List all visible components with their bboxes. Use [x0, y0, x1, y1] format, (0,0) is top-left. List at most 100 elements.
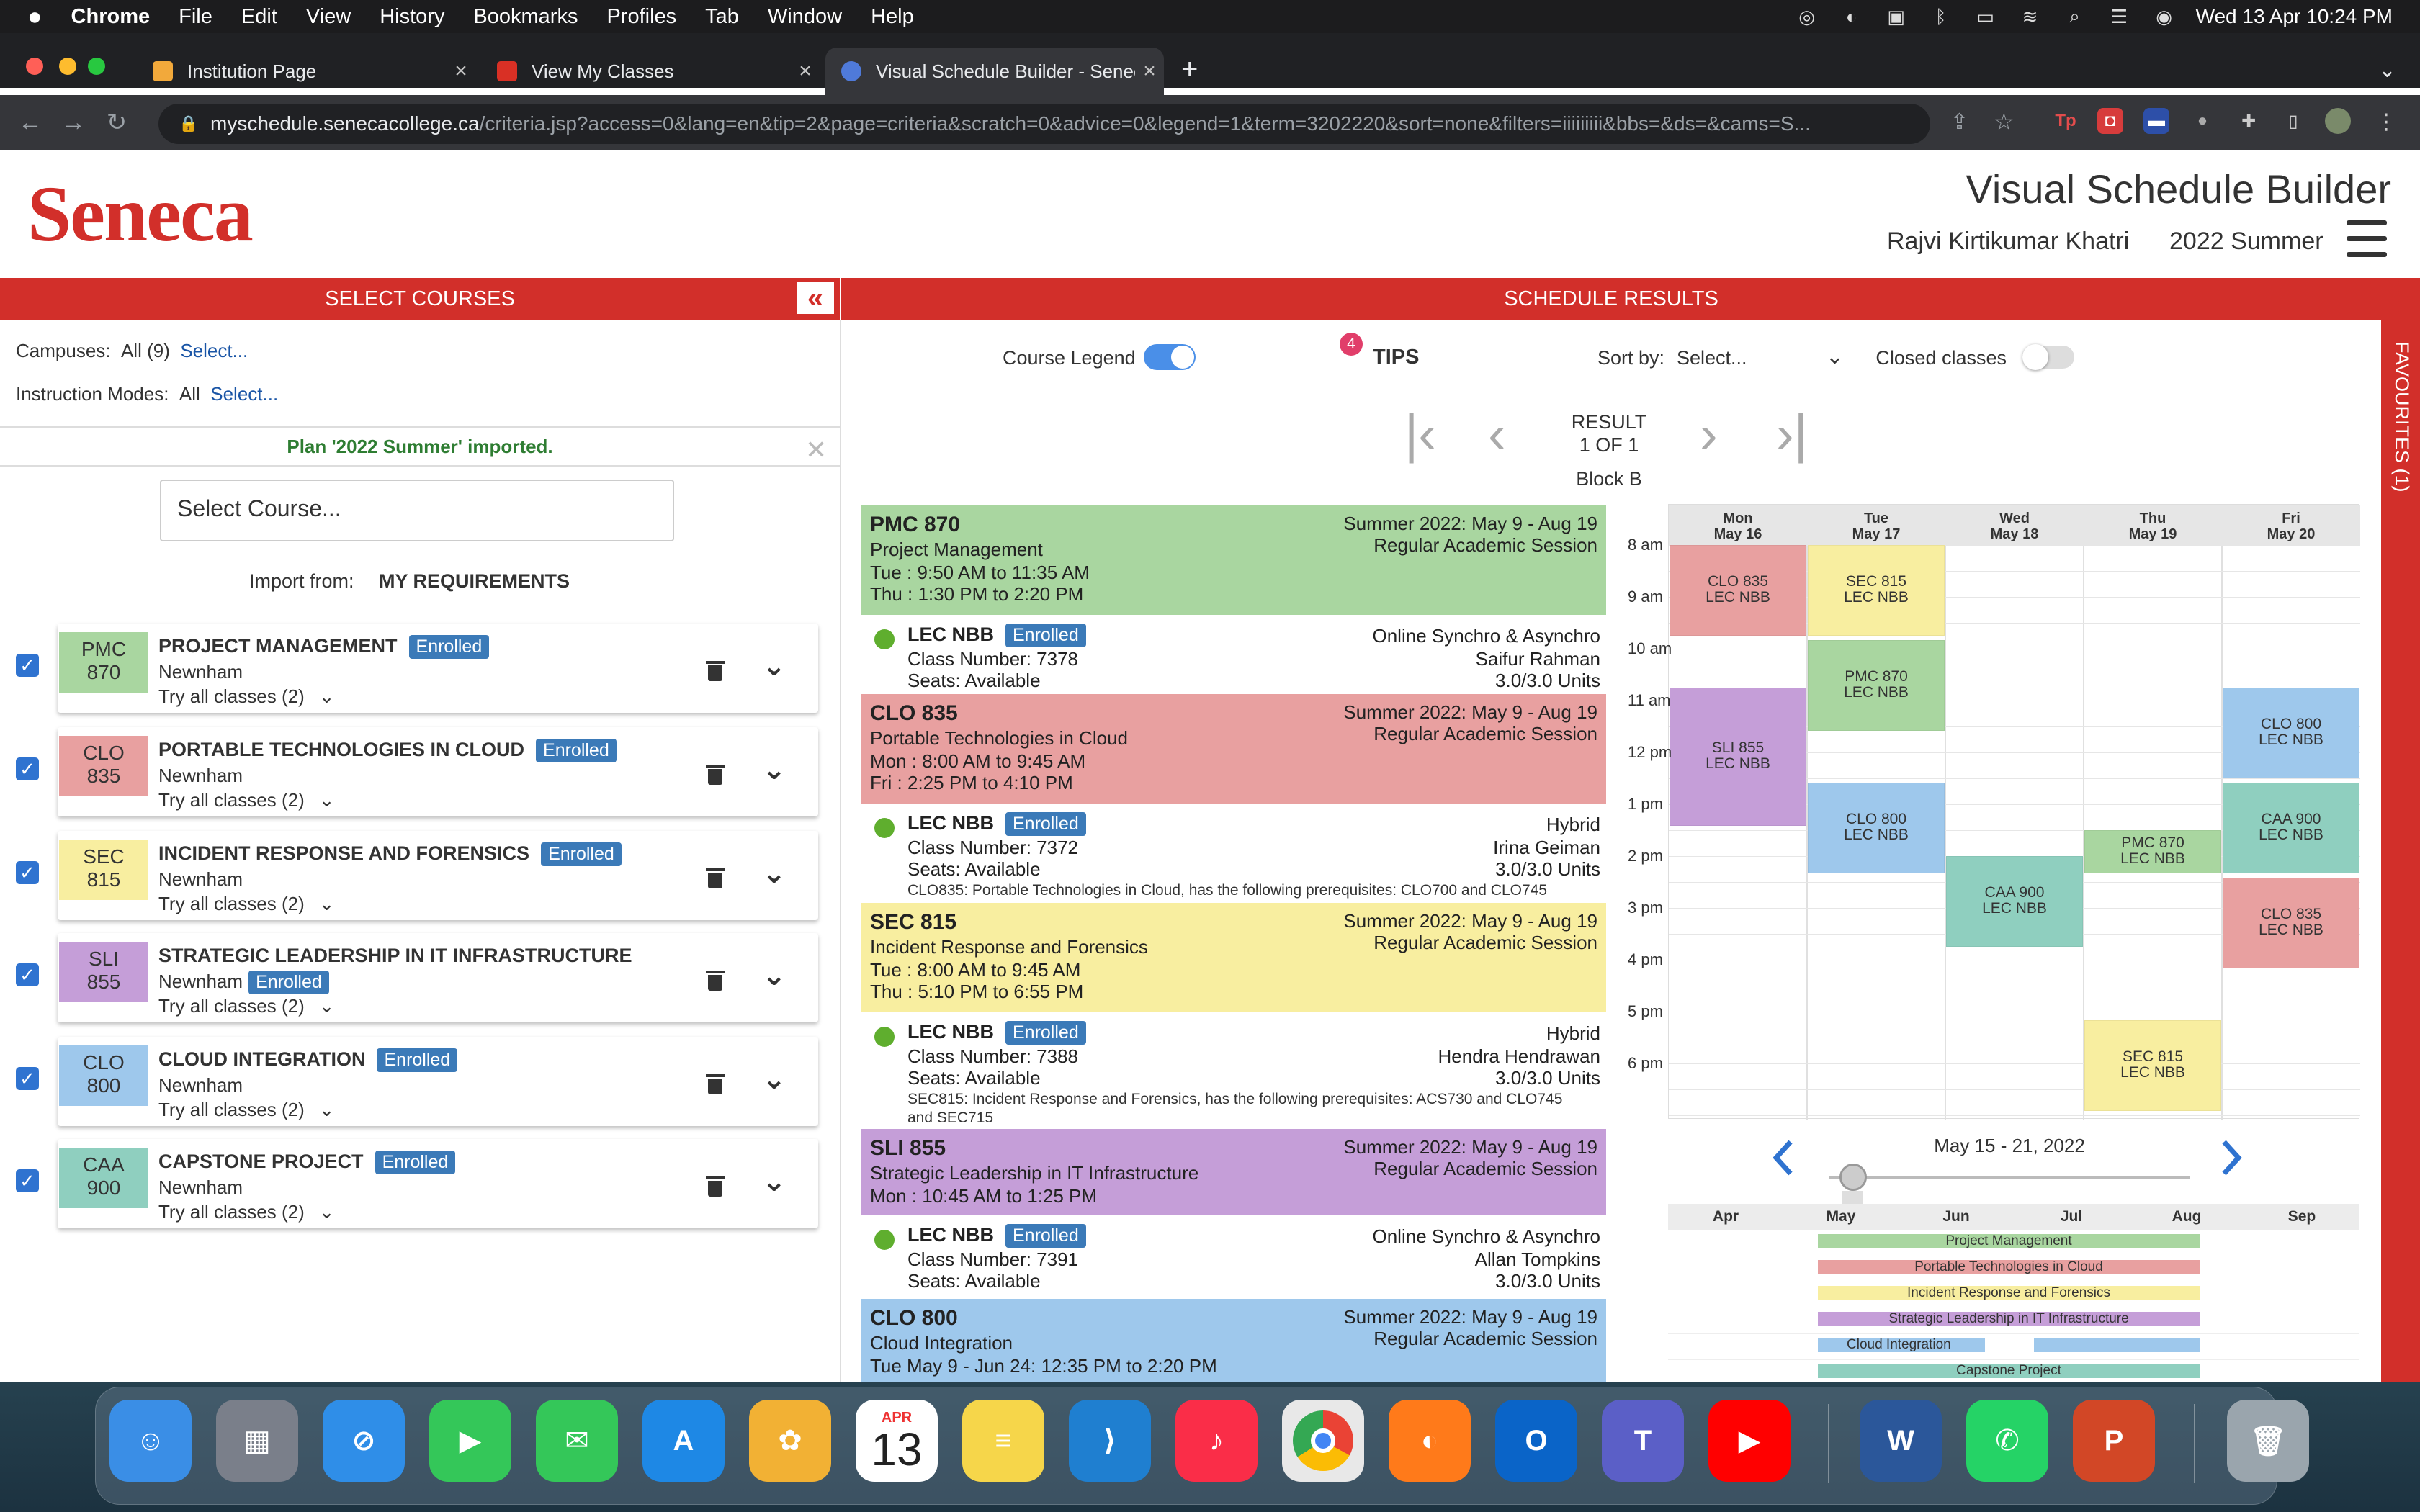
timeline-course-bar[interactable]: Incident Response and Forensics: [1818, 1286, 2200, 1300]
trash-icon[interactable]: [706, 1070, 725, 1094]
close-tab-icon[interactable]: ×: [447, 59, 475, 84]
shield-extension-icon[interactable]: ◘: [2097, 108, 2123, 134]
expand-chevron-icon[interactable]: ⌄: [762, 753, 786, 786]
card-header[interactable]: SEC 815 Incident Response and Forensics Tu…: [861, 903, 1606, 1012]
calendar-event[interactable]: SEC 815 LEC NBB: [1808, 545, 1945, 636]
tab-visual-schedule-builder[interactable]: Visual Schedule Builder - Senec ×: [825, 48, 1164, 95]
try-all-classes-dropdown[interactable]: Try all classes (2) ⌄: [158, 1201, 335, 1223]
reload-icon[interactable]: ↻: [98, 108, 135, 137]
new-tab-button[interactable]: +: [1181, 53, 1198, 86]
menu-window[interactable]: Window: [768, 5, 842, 29]
course-row[interactable]: SEC 815 INCIDENT RESPONSE AND FORENSICS Enr…: [58, 831, 818, 920]
collapse-left-button[interactable]: «: [795, 281, 835, 315]
prev-week-icon[interactable]: [1770, 1139, 1796, 1176]
messages-dock-icon[interactable]: ✉: [536, 1400, 618, 1482]
wifi-icon[interactable]: ≋: [2017, 6, 2043, 27]
seneca-logo[interactable]: Seneca: [27, 168, 254, 260]
vpn-icon[interactable]: ◐: [1839, 6, 1865, 27]
menu-help[interactable]: Help: [871, 5, 914, 29]
flag-extension-icon[interactable]: ▬: [2143, 108, 2169, 134]
timeline-course-bar[interactable]: Capstone Project: [1818, 1364, 2200, 1378]
music-dock-icon[interactable]: ♪: [1175, 1400, 1258, 1482]
expand-chevron-icon[interactable]: ⌄: [762, 1165, 786, 1198]
course-checkbox[interactable]: ✓: [16, 861, 39, 884]
last-page-icon[interactable]: ›|: [1776, 403, 1808, 464]
card-header[interactable]: SLI 855 Strategic Leadership in IT Infras…: [861, 1129, 1606, 1215]
tp-extension-icon[interactable]: Tp: [2053, 108, 2079, 134]
trash-dock-icon[interactable]: 🗑: [2227, 1400, 2309, 1482]
outlook-dock-icon[interactable]: O: [1495, 1400, 1577, 1482]
address-bar[interactable]: 🔒 myschedule.senecacollege.ca/criteria.j…: [158, 104, 1930, 144]
course-row[interactable]: PMC 870 PROJECT MANAGEMENT Enrolled Newnham T…: [58, 624, 818, 713]
trash-icon[interactable]: [706, 1172, 725, 1197]
hamburger-menu-icon[interactable]: [2347, 220, 2387, 258]
trash-icon[interactable]: [706, 966, 725, 991]
back-arrow-icon[interactable]: ←: [12, 109, 49, 137]
card-section[interactable]: LEC NBB Enrolled Class Number: 7391 Seats: …: [861, 1215, 1606, 1293]
firefox-dock-icon[interactable]: ◐: [1389, 1400, 1471, 1482]
select-course-input[interactable]: Select Course...: [160, 480, 674, 541]
zoom-window-button[interactable]: [88, 58, 105, 75]
expand-chevron-icon[interactable]: ⌄: [762, 1063, 786, 1096]
photos-dock-icon[interactable]: ✿: [749, 1400, 831, 1482]
calendar-event[interactable]: CAA 900 LEC NBB: [2223, 782, 2360, 873]
try-all-classes-dropdown[interactable]: Try all classes (2) ⌄: [158, 995, 335, 1017]
expand-chevron-icon[interactable]: ⌄: [762, 857, 786, 890]
my-requirements-link[interactable]: MY REQUIREMENTS: [379, 570, 570, 593]
course-row[interactable]: CAA 900 CAPSTONE PROJECT Enrolled Newnham Try…: [58, 1139, 818, 1228]
menu-clock[interactable]: Wed 13 Apr 10:24 PM: [2196, 5, 2393, 28]
teams-dock-icon[interactable]: T: [1602, 1400, 1684, 1482]
campuses-select-link[interactable]: Select...: [180, 340, 248, 361]
powerpoint-dock-icon[interactable]: P: [2073, 1400, 2155, 1482]
tab-view-my-classes[interactable]: View My Classes ×: [481, 48, 820, 95]
timeline-course-bar[interactable]: Cloud Integration: [1818, 1338, 2200, 1352]
timeline-course-bar[interactable]: Project Management: [1818, 1234, 2200, 1248]
timeline-course-bar[interactable]: Portable Technologies in Cloud: [1818, 1260, 2200, 1274]
tab-institution-page[interactable]: Institution Page ×: [137, 48, 475, 95]
bluetooth-icon[interactable]: ᛒ: [1928, 6, 1954, 27]
calendar-event[interactable]: PMC 870 LEC NBB: [1808, 639, 1945, 731]
launchpad-dock-icon[interactable]: ▦: [216, 1400, 298, 1482]
trash-icon[interactable]: [706, 657, 725, 681]
menu-tab[interactable]: Tab: [705, 5, 739, 29]
siri-icon[interactable]: ◉: [2151, 6, 2177, 27]
close-tab-icon[interactable]: ×: [1135, 59, 1164, 84]
circle-extension-icon[interactable]: ●: [2190, 108, 2215, 134]
course-checkbox[interactable]: ✓: [16, 963, 39, 986]
youtube-dock-icon[interactable]: ▶: [1708, 1400, 1791, 1482]
share-icon[interactable]: ⇪: [1950, 109, 1968, 135]
course-row[interactable]: SLI 855 STRATEGIC LEADERSHIP IN IT INFRAST…: [58, 933, 818, 1022]
safari-dock-icon[interactable]: ⊘: [323, 1400, 405, 1482]
calendar-event[interactable]: CLO 835 LEC NBB: [1670, 545, 1806, 636]
calendar-dock-icon[interactable]: APR 13: [856, 1400, 938, 1482]
course-checkbox[interactable]: ✓: [16, 1067, 39, 1090]
finder-dock-icon[interactable]: ☺: [109, 1400, 192, 1482]
favourites-panel[interactable]: FAVOURITES (1): [2381, 278, 2420, 1382]
forward-arrow-icon[interactable]: →: [55, 109, 92, 137]
course-row[interactable]: CLO 835 PORTABLE TECHNOLOGIES IN CLOUD Enro…: [58, 727, 818, 816]
prev-page-icon[interactable]: ‹: [1488, 403, 1506, 464]
calendar-event[interactable]: SLI 855 LEC NBB: [1670, 688, 1806, 826]
expand-chevron-icon[interactable]: ⌄: [762, 959, 786, 992]
word-dock-icon[interactable]: W: [1860, 1400, 1942, 1482]
creative-cloud-icon[interactable]: ◎: [1794, 6, 1820, 27]
trash-icon[interactable]: [706, 760, 725, 785]
expand-chevron-icon[interactable]: ⌄: [762, 649, 786, 683]
whatsapp-dock-icon[interactable]: ✆: [1966, 1400, 2048, 1482]
card-section[interactable]: LEC NBB Enrolled Class Number: 7388 Seats: …: [861, 1012, 1606, 1126]
app-store-dock-icon[interactable]: A: [642, 1400, 725, 1482]
calendar-event[interactable]: CLO 835 LEC NBB: [2223, 878, 2360, 968]
course-row[interactable]: CLO 800 CLOUD INTEGRATION Enrolled Newnham Tr…: [58, 1037, 818, 1126]
menu-bookmarks[interactable]: Bookmarks: [473, 5, 578, 29]
card-section[interactable]: LEC NBB Enrolled Class Number: 7372 Seats: …: [861, 804, 1606, 899]
close-tab-icon[interactable]: ×: [791, 59, 820, 84]
chrome-menu-icon[interactable]: ⋮: [2375, 109, 2397, 135]
control-center-icon[interactable]: ☰: [2107, 6, 2133, 27]
next-week-icon[interactable]: [2218, 1139, 2244, 1176]
puzzle-extensions-icon[interactable]: ✚: [2236, 108, 2262, 134]
card-header[interactable]: CLO 800 Cloud Integration Tue May 9 - Jun …: [861, 1299, 1606, 1382]
course-checkbox[interactable]: ✓: [16, 654, 39, 677]
menu-view[interactable]: View: [306, 5, 351, 29]
keyboard-icon[interactable]: ▣: [1883, 6, 1909, 27]
term-label[interactable]: 2022 Summer: [2169, 228, 2323, 256]
